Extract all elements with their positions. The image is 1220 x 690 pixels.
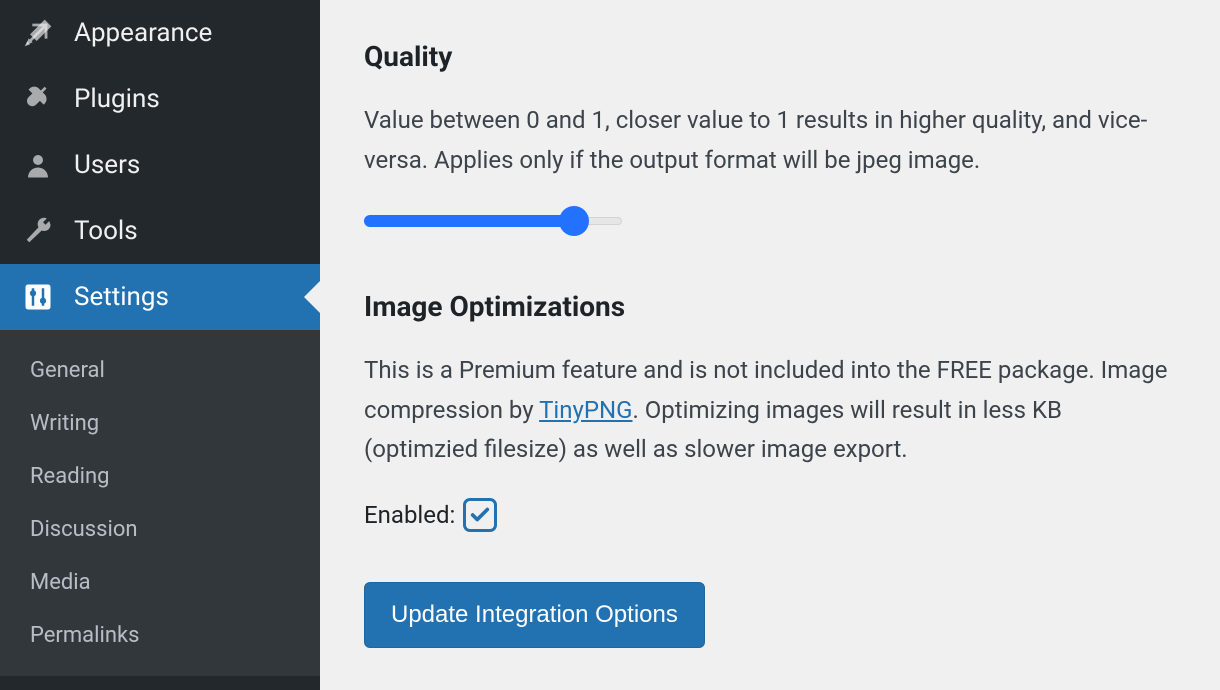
slider-thumb[interactable] [559, 206, 589, 236]
submenu-item-general[interactable]: General [0, 344, 320, 397]
settings-submenu: General Writing Reading Discussion Media… [0, 330, 320, 676]
submenu-item-permalinks[interactable]: Permalinks [0, 609, 320, 662]
quality-description: Value between 0 and 1, closer value to 1… [364, 101, 1176, 180]
appearance-icon [20, 15, 56, 51]
enabled-label: Enabled: [364, 501, 455, 529]
sidebar-item-appearance[interactable]: Appearance [0, 0, 320, 66]
sidebar-item-tools[interactable]: Tools [0, 198, 320, 264]
sidebar-item-settings[interactable]: Settings [0, 264, 320, 330]
enabled-checkbox[interactable] [463, 498, 497, 532]
sidebar-item-label: Appearance [74, 18, 212, 48]
admin-sidebar: Appearance Plugins Users Tools Settings … [0, 0, 320, 690]
sidebar-item-label: Settings [74, 282, 169, 312]
quality-slider[interactable] [364, 208, 622, 234]
slider-fill [364, 215, 574, 227]
settings-icon [20, 279, 56, 315]
tinypng-link[interactable]: TinyPNG [539, 396, 632, 424]
settings-main: Quality Value between 0 and 1, closer va… [320, 0, 1220, 690]
section-title-quality: Quality [364, 40, 1176, 73]
sidebar-item-plugins[interactable]: Plugins [0, 66, 320, 132]
sidebar-item-users[interactable]: Users [0, 132, 320, 198]
sidebar-item-label: Tools [74, 216, 138, 246]
sidebar-item-label: Users [74, 150, 140, 180]
section-title-imageopt: Image Optimizations [364, 290, 1176, 323]
check-icon [469, 504, 491, 526]
submenu-item-writing[interactable]: Writing [0, 397, 320, 450]
plugins-icon [20, 81, 56, 117]
users-icon [20, 147, 56, 183]
submenu-item-reading[interactable]: Reading [0, 450, 320, 503]
imageopt-description: This is a Premium feature and is not inc… [364, 351, 1176, 470]
sidebar-item-label: Plugins [74, 84, 160, 114]
submenu-item-media[interactable]: Media [0, 556, 320, 609]
tools-icon [20, 213, 56, 249]
submenu-item-discussion[interactable]: Discussion [0, 503, 320, 556]
update-options-button[interactable]: Update Integration Options [364, 582, 705, 648]
